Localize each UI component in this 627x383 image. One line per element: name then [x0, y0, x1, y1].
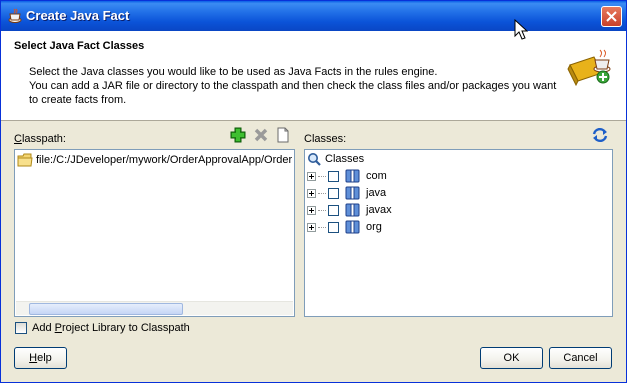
classpath-list[interactable]: file:/C:/JDeveloper/mywork/OrderApproval… [14, 149, 295, 317]
tree-connector [318, 192, 326, 194]
classpath-entry[interactable]: file:/C:/JDeveloper/mywork/OrderApproval… [17, 152, 292, 168]
scroll-thumb[interactable] [29, 303, 183, 315]
header-title: Select Java Fact Classes [14, 40, 145, 52]
classpath-label: Classpath: [14, 133, 66, 145]
create-java-fact-dialog: Create Java Fact Select Java Fact Classe… [0, 0, 627, 383]
add-library-text-end: roject Library to Classpath [61, 322, 190, 334]
expand-icon[interactable] [307, 222, 316, 232]
classpath-label-mnemonic: C [14, 133, 22, 145]
add-library-text-start: Add [32, 322, 55, 334]
help-button[interactable]: Help [14, 347, 67, 369]
package-icon [345, 186, 360, 200]
package-label: com [366, 170, 387, 182]
help-mnemonic: H [29, 352, 38, 364]
description-line: Select the Java classes you would like t… [29, 66, 438, 78]
tree-root[interactable]: Classes [307, 151, 364, 167]
cancel-button[interactable]: Cancel [549, 347, 612, 369]
description-line: You can add a JAR file or directory to t… [29, 80, 557, 92]
tree-connector [318, 226, 326, 228]
window-title: Create Java Fact [26, 8, 130, 23]
add-project-library-checkbox[interactable] [15, 322, 27, 334]
description-line: to create facts from. [29, 94, 127, 106]
add-project-library-label[interactable]: Add Project Library to Classpath [32, 322, 190, 334]
package-checkbox[interactable] [328, 204, 339, 216]
add-library-mnemonic: P [54, 322, 62, 334]
refresh-icon[interactable] [592, 127, 608, 143]
tree-item-com[interactable]: com [307, 168, 387, 184]
mouse-cursor-icon [514, 19, 528, 40]
expand-icon[interactable] [307, 188, 316, 198]
package-icon [345, 169, 360, 183]
package-checkbox[interactable] [328, 187, 339, 199]
package-label: org [366, 221, 382, 233]
ok-button[interactable]: OK [480, 347, 543, 369]
header-panel: Select Java Fact Classes Select the Java… [1, 31, 626, 121]
new-file-icon[interactable] [275, 127, 291, 143]
package-label: javax [366, 204, 392, 216]
package-icon [345, 203, 360, 217]
classpath-entry-text: file:/C:/JDeveloper/mywork/OrderApproval… [36, 154, 293, 166]
tree-connector [318, 175, 326, 177]
search-icon [308, 153, 321, 166]
ok-label: OK [503, 352, 520, 364]
expand-icon[interactable] [307, 171, 316, 181]
classpath-label-text: lasspath: [21, 133, 66, 145]
scroll-left-arrow[interactable] [16, 302, 29, 315]
tree-connector [318, 209, 326, 211]
package-checkbox[interactable] [328, 221, 339, 233]
tree-item-javax[interactable]: javax [307, 202, 392, 218]
java-fact-icon [567, 49, 611, 87]
package-label: java [366, 187, 387, 199]
tree-item-org[interactable]: org [307, 219, 382, 235]
close-button[interactable] [601, 6, 622, 27]
help-label: elp [37, 352, 52, 364]
java-cup-icon [8, 8, 22, 23]
add-icon[interactable] [230, 127, 246, 143]
tree-item-java[interactable]: java [307, 185, 386, 201]
close-icon [606, 11, 617, 22]
horizontal-scrollbar[interactable] [16, 301, 293, 315]
expand-icon[interactable] [307, 205, 316, 215]
cancel-label: Cancel [563, 352, 598, 364]
package-checkbox[interactable] [328, 170, 339, 182]
header-description: Select the Java classes you would like t… [29, 65, 569, 107]
folder-icon [17, 153, 33, 167]
package-icon [345, 220, 360, 234]
remove-icon[interactable] [253, 127, 269, 143]
classes-label: Classes: [304, 133, 347, 145]
title-bar[interactable]: Create Java Fact [1, 1, 626, 31]
classes-tree[interactable]: Classes com java javax org [304, 149, 613, 317]
tree-root-label: Classes [325, 153, 365, 165]
